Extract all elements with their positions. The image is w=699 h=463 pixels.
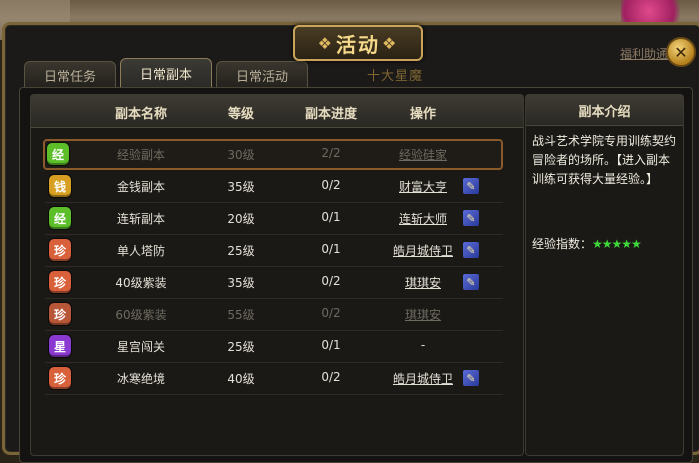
dungeon-level: 25级: [227, 340, 255, 354]
dungeon-type-icon: 经: [47, 143, 69, 165]
header-level: 等级: [227, 107, 255, 122]
dungeon-type-icon: 珍: [49, 239, 71, 261]
tab-daily-quests[interactable]: 日常任务: [24, 61, 116, 88]
window-title: ❖ 活动 ❖: [293, 25, 423, 61]
dungeon-list-panel: 副本名称 等级 副本进度 操作 经 经验副本 30级 2/2 经验硅家钱 金钱副本 35级 0…: [30, 94, 524, 456]
list-header: 副本名称 等级 副本进度 操作: [31, 95, 523, 128]
dungeon-name: 星宫闯关: [116, 340, 166, 354]
activity-window: 福利助通 ✕ 十大星魔 日常任务 日常副本 日常活动 副本名称 等级 副本进度 …: [2, 22, 699, 463]
dungeon-name: 经验副本: [116, 148, 166, 162]
dungeon-row[interactable]: 珍 单人塔防 25级 0/1 皓月城侍卫 ✎: [45, 235, 503, 267]
info-description: 战斗艺术学院专用训练契约冒险者的场所。【进入副本训练可获得大量经验。】: [532, 134, 677, 186]
dungeon-level: 35级: [227, 180, 255, 194]
dungeon-row[interactable]: 经 经验副本 30级 2/2 经验硅家: [43, 139, 503, 170]
dungeon-name: 60级紫装: [115, 308, 167, 322]
close-icon: ✕: [674, 42, 688, 62]
dungeon-type-icon: 星: [49, 335, 71, 357]
dungeon-level: 25级: [227, 244, 255, 258]
dungeon-progress: 2/2: [321, 146, 341, 160]
background-banner: 十大星魔: [367, 69, 424, 84]
dungeon-action-link[interactable]: 财富大亨: [399, 178, 447, 195]
dungeon-action-link[interactable]: 连斩大师: [399, 210, 447, 227]
dungeon-row[interactable]: 珍 40级紫装 35级 0/2 琪琪安 ✎: [45, 267, 503, 299]
dungeon-level: 55级: [227, 308, 255, 322]
dungeon-type-icon: 钱: [49, 175, 71, 197]
quill-icon[interactable]: ✎: [463, 370, 479, 386]
quill-icon[interactable]: ✎: [463, 178, 479, 194]
header-progress: 副本进度: [304, 107, 358, 122]
title-ornament-icon: ❖: [317, 33, 334, 53]
dungeon-level: 20级: [227, 212, 255, 226]
exp-rating: 经验指数：★★★★★: [532, 235, 642, 252]
dungeon-progress: 0/1: [321, 242, 341, 256]
dungeon-progress: 0/1: [321, 210, 341, 224]
dungeon-action-link[interactable]: 琪琪安: [405, 306, 441, 323]
star-rating-icon: ★★★★★: [592, 237, 642, 251]
dungeon-action-link[interactable]: 皓月城侍卫: [393, 370, 453, 387]
dungeon-action-link[interactable]: 皓月城侍卫: [393, 242, 453, 259]
dungeon-type-icon: 珍: [49, 367, 71, 389]
dungeon-action-link[interactable]: 经验硅家: [399, 146, 447, 163]
exp-rating-label: 经验指数：: [532, 237, 593, 251]
dungeon-row[interactable]: 钱 金钱副本 35级 0/2 财富大亨 ✎: [45, 171, 503, 203]
info-header: 副本介绍: [526, 95, 683, 126]
dungeon-type-icon: 珍: [49, 271, 71, 293]
tab-bar: 日常任务 日常副本 日常活动: [24, 58, 308, 88]
dungeon-progress: 0/2: [321, 306, 341, 320]
dungeon-progress: 0/2: [321, 370, 341, 384]
dungeon-type-icon: 珍: [49, 303, 71, 325]
welfare-link[interactable]: 福利助通: [620, 45, 668, 62]
header-action: 操作: [409, 107, 437, 122]
dungeon-progress: 0/2: [321, 178, 341, 192]
dungeon-progress: 0/1: [321, 338, 341, 352]
content-area: 副本名称 等级 副本进度 操作 经 经验副本 30级 2/2 经验硅家钱 金钱副本 35级 0…: [19, 87, 693, 463]
header-name: 副本名称: [114, 107, 168, 122]
tab-daily-events[interactable]: 日常活动: [216, 61, 308, 88]
dungeon-level: 35级: [227, 276, 255, 290]
close-button[interactable]: ✕: [666, 37, 696, 67]
dungeon-row[interactable]: 珍 冰寒绝境 40级 0/2 皓月城侍卫 ✎: [45, 363, 503, 395]
dungeon-row[interactable]: 经 连斩副本 20级 0/1 连斩大师 ✎: [45, 203, 503, 235]
dungeon-action-link: -: [420, 338, 426, 352]
dungeon-type-icon: 经: [49, 207, 71, 229]
dungeon-name: 40级紫装: [115, 276, 167, 290]
window-title-text: 活动: [336, 32, 380, 57]
dungeon-action-link[interactable]: 琪琪安: [405, 274, 441, 291]
tab-daily-dungeons[interactable]: 日常副本: [120, 58, 212, 88]
dungeon-name: 冰寒绝境: [116, 372, 166, 386]
dungeon-name: 单人塔防: [116, 244, 166, 258]
dungeon-name: 连斩副本: [116, 212, 166, 226]
quill-icon[interactable]: ✎: [463, 210, 479, 226]
dungeon-row[interactable]: 珍 60级紫装 55级 0/2 琪琪安: [45, 299, 503, 331]
dungeon-progress: 0/2: [321, 274, 341, 288]
quill-icon[interactable]: ✎: [463, 242, 479, 258]
dungeon-level: 40级: [227, 372, 255, 386]
dungeon-info-panel: 副本介绍 战斗艺术学院专用训练契约冒险者的场所。【进入副本训练可获得大量经验。】…: [525, 94, 684, 456]
title-ornament-icon: ❖: [382, 33, 399, 53]
quill-icon[interactable]: ✎: [463, 274, 479, 290]
dungeon-row[interactable]: 星 星宫闯关 25级 0/1 -: [45, 331, 503, 363]
dungeon-level: 30级: [227, 148, 255, 162]
dungeon-name: 金钱副本: [116, 180, 166, 194]
